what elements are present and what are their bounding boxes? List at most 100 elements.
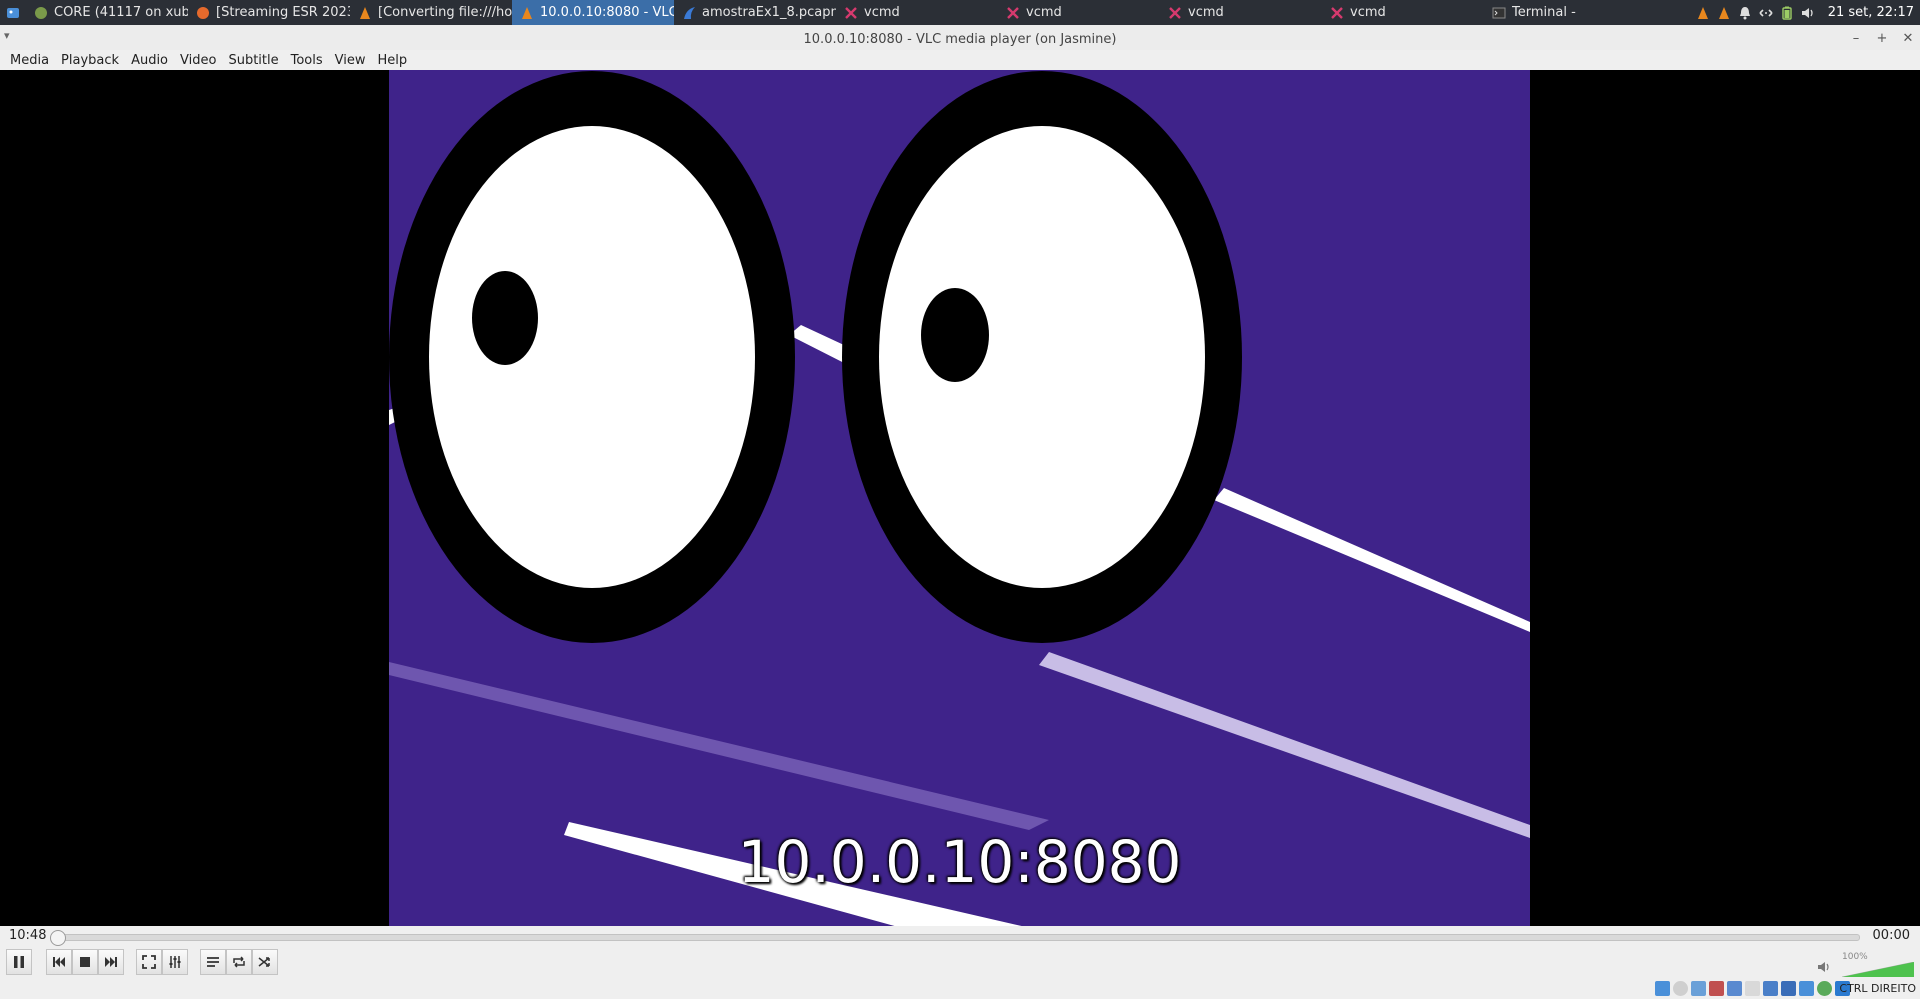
fullscreen-button[interactable] bbox=[136, 949, 162, 975]
shuffle-button[interactable] bbox=[252, 949, 278, 975]
taskbar-item-label: [Streaming ESR 2023 ... bbox=[216, 5, 350, 20]
hard-disk-icon[interactable] bbox=[1655, 981, 1670, 996]
video-area[interactable]: 10.0.0.10:8080 bbox=[0, 70, 1920, 926]
stop-icon bbox=[80, 957, 90, 967]
vlc-tray-icon[interactable] bbox=[1696, 6, 1710, 20]
host-key-label: CTRL DIREITO bbox=[1839, 982, 1916, 995]
taskbar-item-label: CORE (41117 on xubu... bbox=[54, 5, 188, 20]
playlist-button[interactable] bbox=[200, 949, 226, 975]
wireshark-fin-icon bbox=[682, 6, 696, 20]
taskbar-item-label: [Converting file:///ho... bbox=[378, 5, 512, 20]
taskbar-item[interactable]: CORE (41117 on xubu... bbox=[26, 0, 188, 25]
menu-view[interactable]: View bbox=[329, 53, 372, 68]
maximize-icon[interactable]: + bbox=[1874, 28, 1890, 48]
network-adapter-icon[interactable] bbox=[1709, 981, 1724, 996]
audio-icon[interactable] bbox=[1691, 981, 1706, 996]
pause-icon bbox=[14, 956, 24, 968]
taskbar-item[interactable]: Terminal - bbox=[1484, 0, 1646, 25]
video-frame bbox=[389, 70, 1530, 926]
volume-icon[interactable] bbox=[1817, 960, 1831, 974]
vm-status-bar: CTRL DIREITO bbox=[0, 978, 1920, 999]
volume-slider[interactable] bbox=[1842, 962, 1914, 977]
total-time[interactable]: 00:00 bbox=[1873, 928, 1910, 943]
x-terminal-icon bbox=[1330, 6, 1344, 20]
playback-controls: 100% bbox=[0, 946, 1920, 978]
taskbar-item-label: amostraEx1_8.pcapng bbox=[702, 5, 836, 20]
taskbar-item[interactable]: 10.0.0.10:8080 - VLC ... bbox=[512, 0, 674, 25]
shuffle-icon bbox=[258, 957, 270, 967]
taskbar-item[interactable]: vcmd bbox=[998, 0, 1160, 25]
left-eye-pupil bbox=[472, 271, 538, 365]
pause-button[interactable] bbox=[6, 949, 32, 975]
vlc-tray-icon-2[interactable] bbox=[1717, 6, 1731, 20]
menu-help[interactable]: Help bbox=[372, 53, 414, 68]
menu-video[interactable]: Video bbox=[174, 53, 222, 68]
usb-icon[interactable] bbox=[1727, 981, 1742, 996]
x-terminal-icon bbox=[1168, 6, 1182, 20]
speaker-icon[interactable] bbox=[1801, 6, 1815, 20]
elapsed-time[interactable]: 10:48 bbox=[9, 928, 46, 943]
mouse-integration-icon[interactable] bbox=[1817, 981, 1832, 996]
menu-playback[interactable]: Playback bbox=[55, 53, 125, 68]
taskbar-item-label: vcmd bbox=[864, 5, 900, 20]
recording-icon[interactable] bbox=[1781, 981, 1796, 996]
seek-row: 10:48 00:00 bbox=[0, 926, 1920, 946]
minimize-icon[interactable]: – bbox=[1848, 28, 1864, 48]
fullscreen-icon bbox=[142, 955, 156, 969]
menu-audio[interactable]: Audio bbox=[125, 53, 174, 68]
cpu-icon[interactable] bbox=[1799, 981, 1814, 996]
next-icon bbox=[105, 957, 117, 967]
optical-drive-icon[interactable] bbox=[1673, 981, 1688, 996]
previous-icon bbox=[53, 957, 65, 967]
seek-handle[interactable] bbox=[50, 930, 66, 946]
taskbar-item[interactable]: vcmd bbox=[1160, 0, 1322, 25]
network-icon[interactable] bbox=[1759, 6, 1773, 20]
xfce-mouse-icon bbox=[7, 7, 19, 18]
playlist-icon bbox=[207, 957, 219, 967]
taskbar-item-label: vcmd bbox=[1188, 5, 1224, 20]
right-eye-pupil bbox=[921, 288, 989, 382]
left-eye-white bbox=[429, 126, 755, 588]
osd-stream-address: 10.0.0.10:8080 bbox=[737, 828, 1182, 896]
firefox-icon bbox=[196, 6, 210, 20]
x-terminal-icon bbox=[844, 6, 858, 20]
taskbar-item[interactable]: [Streaming ESR 2023 ... bbox=[188, 0, 350, 25]
previous-button[interactable] bbox=[46, 949, 72, 975]
loop-icon bbox=[233, 956, 245, 968]
stop-button[interactable] bbox=[72, 949, 98, 975]
shared-folder-icon[interactable] bbox=[1745, 981, 1760, 996]
taskbar-item[interactable]: [Converting file:///ho... bbox=[350, 0, 512, 25]
taskbar-item[interactable]: amostraEx1_8.pcapng bbox=[674, 0, 836, 25]
menu-subtitle[interactable]: Subtitle bbox=[222, 53, 284, 68]
clock[interactable]: 21 set, 22:17 bbox=[1828, 5, 1914, 20]
volume-percent: 100% bbox=[1842, 952, 1868, 962]
menu-tools[interactable]: Tools bbox=[285, 53, 329, 68]
display-icon[interactable] bbox=[1763, 981, 1778, 996]
battery-icon[interactable] bbox=[1780, 6, 1794, 20]
core-icon bbox=[34, 6, 48, 20]
applications-menu-button[interactable] bbox=[0, 0, 26, 25]
menu-bar: Media Playback Audio Video Subtitle Tool… bbox=[0, 50, 1920, 70]
close-icon[interactable]: ✕ bbox=[1900, 28, 1916, 48]
window-menu-icon[interactable]: ▾ bbox=[4, 29, 10, 42]
seek-slider[interactable] bbox=[50, 930, 1860, 946]
next-button[interactable] bbox=[98, 949, 124, 975]
terminal-icon bbox=[1492, 6, 1506, 20]
extended-settings-button[interactable] bbox=[162, 949, 188, 975]
equalizer-icon bbox=[169, 956, 181, 968]
window-title: 10.0.0.10:8080 - VLC media player (on Ja… bbox=[803, 31, 1117, 47]
x-terminal-icon bbox=[1006, 6, 1020, 20]
vlc-cone-icon bbox=[358, 6, 372, 20]
taskbar-item[interactable]: vcmd bbox=[1322, 0, 1484, 25]
vlc-cone-icon bbox=[520, 6, 534, 20]
taskbar-item-label: Terminal - bbox=[1512, 5, 1576, 20]
taskbar-item-label: vcmd bbox=[1350, 5, 1386, 20]
taskbar-item[interactable]: vcmd bbox=[836, 0, 998, 25]
loop-button[interactable] bbox=[226, 949, 252, 975]
taskbar-item-label: 10.0.0.10:8080 - VLC ... bbox=[540, 5, 674, 20]
taskbar-item-label: vcmd bbox=[1026, 5, 1062, 20]
top-panel: CORE (41117 on xubu... [Streaming ESR 202… bbox=[0, 0, 1920, 25]
menu-media[interactable]: Media bbox=[4, 53, 55, 68]
system-tray: 21 set, 22:17 bbox=[1696, 0, 1920, 25]
notification-bell-icon[interactable] bbox=[1738, 6, 1752, 20]
